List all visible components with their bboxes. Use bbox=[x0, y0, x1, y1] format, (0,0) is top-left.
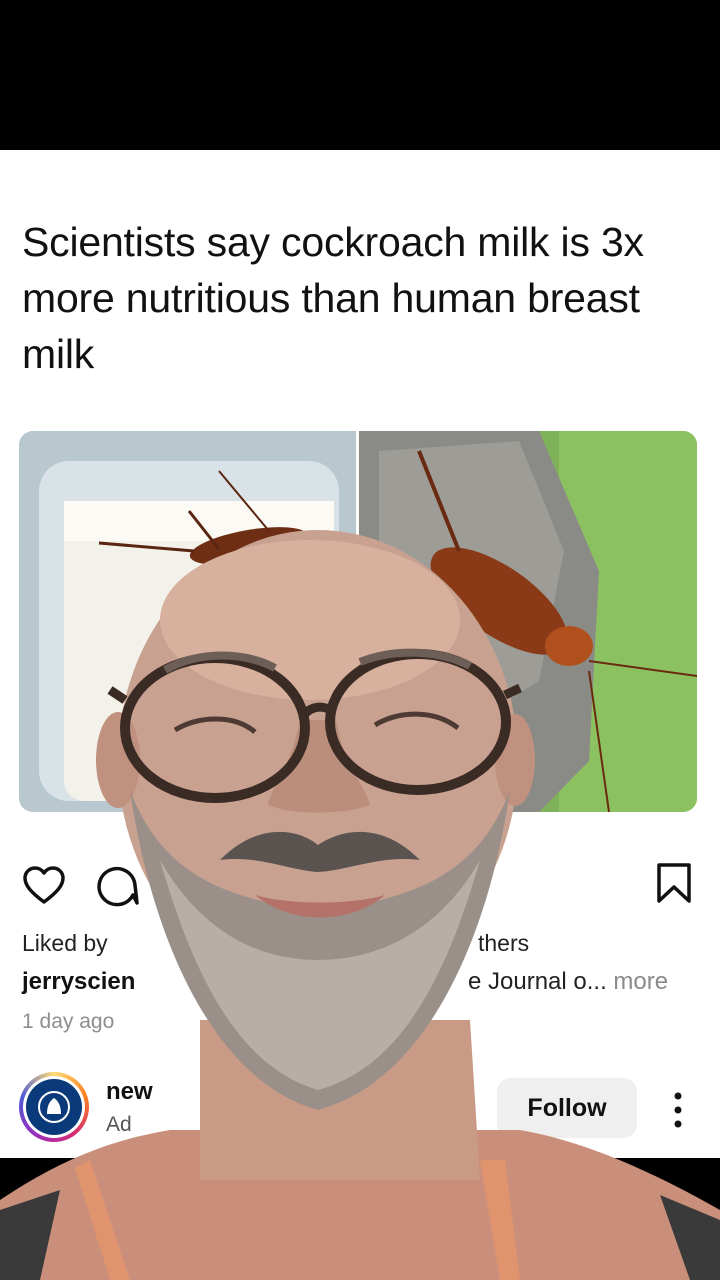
liked-by-others[interactable]: thers bbox=[478, 930, 529, 957]
account-name[interactable]: new bbox=[106, 1078, 153, 1106]
sponsored-label: Ad bbox=[106, 1113, 132, 1136]
brand-logo-icon bbox=[26, 1079, 82, 1135]
comment-icon[interactable] bbox=[97, 865, 139, 907]
avatar[interactable] bbox=[19, 1072, 89, 1142]
cockroach-collage-image bbox=[19, 431, 697, 812]
bookmark-icon[interactable] bbox=[656, 862, 692, 904]
follow-button[interactable]: Follow bbox=[497, 1078, 637, 1138]
post-timestamp: 1 day ago bbox=[22, 1010, 115, 1033]
caption-more-link[interactable]: more bbox=[613, 968, 668, 995]
post-image[interactable] bbox=[19, 431, 697, 812]
more-vertical-icon[interactable] bbox=[666, 1088, 690, 1132]
heart-icon[interactable] bbox=[22, 865, 66, 905]
liked-by-prefix: Liked by bbox=[22, 930, 108, 956]
caption-username[interactable]: jerryscien bbox=[22, 968, 135, 996]
post-actions-bar bbox=[0, 860, 720, 908]
liked-by-text[interactable]: Liked by bbox=[22, 930, 108, 957]
top-black-bar bbox=[0, 0, 720, 150]
post-headline: Scientists say cockroach milk is 3x more… bbox=[22, 219, 644, 377]
caption-body: e Journal o... bbox=[468, 968, 607, 995]
caption-text: e Journal o... more bbox=[468, 968, 668, 996]
